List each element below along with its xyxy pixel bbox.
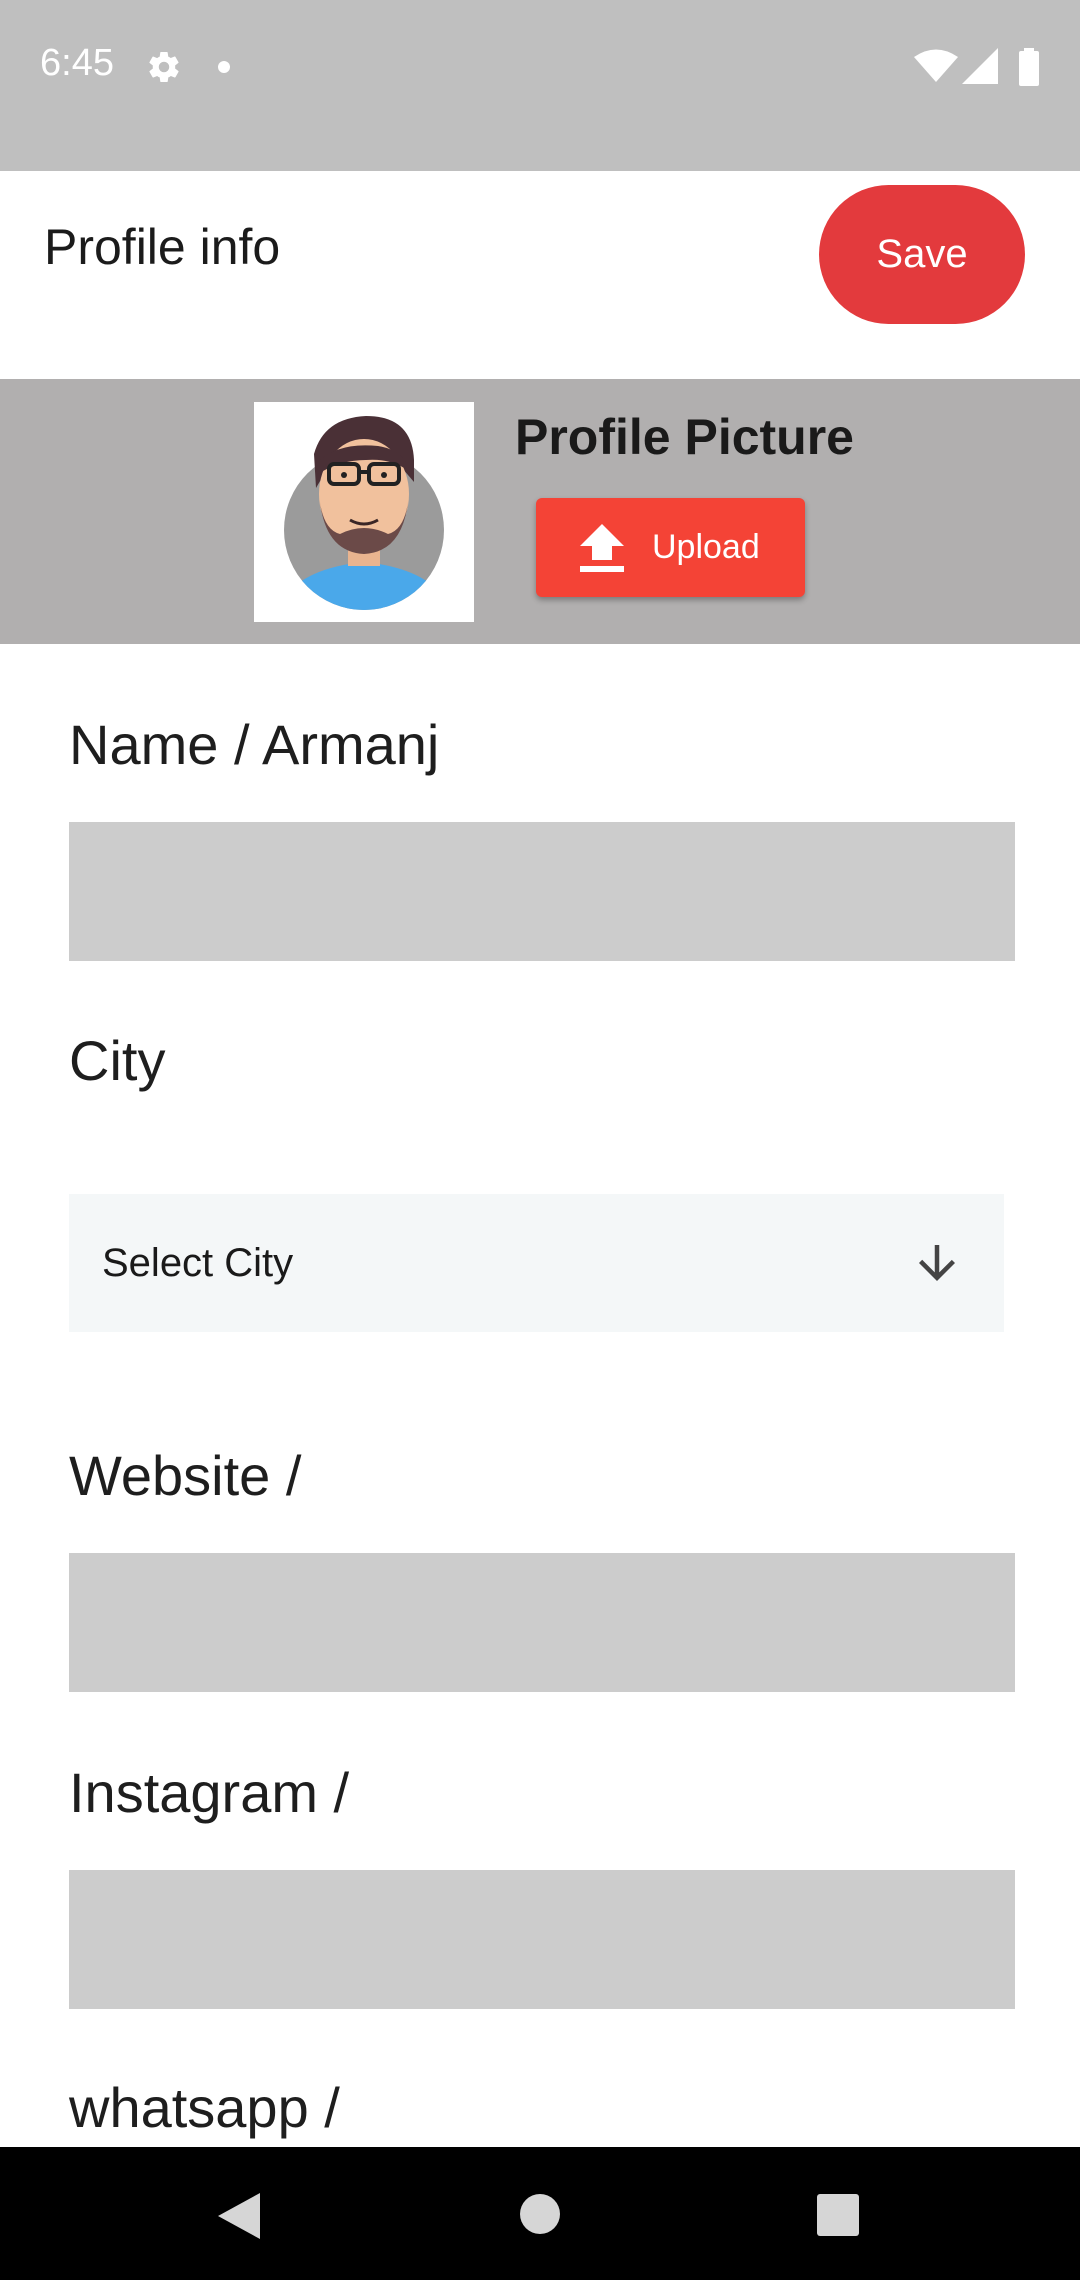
upload-button[interactable]: Upload [536, 498, 805, 597]
website-label: Website / [69, 1444, 302, 1507]
instagram-field[interactable] [69, 1870, 1015, 2009]
city-select[interactable]: Select City [69, 1194, 1004, 1332]
profile-picture-title: Profile Picture [515, 409, 854, 465]
name-field[interactable] [69, 822, 1015, 961]
instagram-label: Instagram / [69, 1761, 350, 1824]
status-time: 6:45 [40, 42, 114, 84]
arrow-down-icon [919, 1245, 955, 1281]
recents-icon[interactable] [817, 2194, 859, 2236]
wifi-icon [914, 49, 958, 82]
city-select-value: Select City [102, 1240, 294, 1285]
signal-icon [962, 48, 998, 84]
dot-icon [218, 61, 230, 73]
battery-icon [1019, 48, 1039, 86]
gear-icon [149, 52, 179, 83]
upload-label: Upload [652, 528, 760, 566]
city-label: City [69, 1029, 166, 1092]
page-title: Profile info [44, 219, 281, 275]
back-icon[interactable] [218, 2193, 260, 2239]
avatar-illustration [284, 416, 444, 610]
avatar[interactable] [254, 402, 474, 622]
navigation-bar [0, 2147, 1080, 2280]
upload-icon [580, 523, 624, 572]
name-label: Name / Armanj [69, 713, 440, 776]
save-button[interactable]: Save [819, 185, 1025, 324]
status-bar [0, 0, 1080, 171]
whatsapp-label: whatsapp / [69, 2076, 340, 2139]
website-field[interactable] [69, 1553, 1015, 1692]
home-icon[interactable] [519, 2193, 561, 2235]
